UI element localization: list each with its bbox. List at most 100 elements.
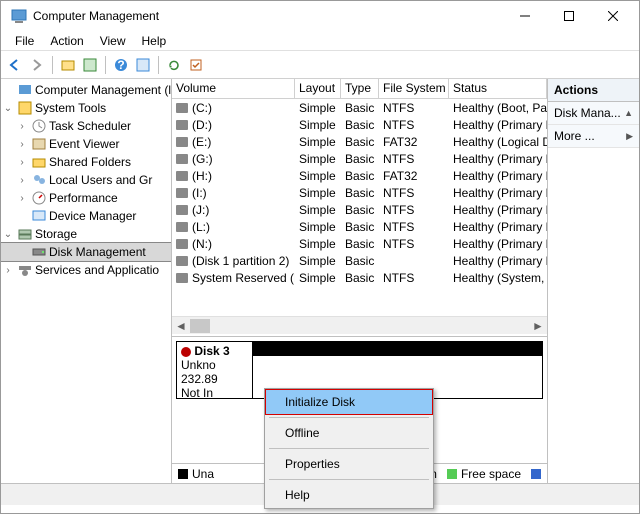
volume-icon — [176, 188, 188, 198]
volume-header: Volume Layout Type File System Status — [172, 79, 547, 99]
volume-icon — [176, 154, 188, 164]
tree-label: Computer Management (l — [35, 83, 171, 97]
title-bar: Computer Management — [1, 1, 639, 31]
tree-system-tools[interactable]: ⌄System Tools — [1, 99, 171, 117]
tree-local-users[interactable]: ›Local Users and Gr — [1, 171, 171, 189]
volume-row[interactable]: (I:)SimpleBasicNTFSHealthy (Primary Part — [172, 184, 547, 201]
toolbar-icon-3[interactable] — [133, 55, 153, 75]
toolbar: ? — [1, 51, 639, 79]
disk-size: 232.89 — [181, 372, 218, 386]
tree-label: Disk Management — [49, 245, 146, 259]
actions-label: Disk Mana... — [554, 106, 621, 120]
chevron-right-icon: ▶ — [626, 131, 633, 142]
col-filesystem[interactable]: File System — [379, 79, 449, 98]
menu-action[interactable]: Action — [42, 32, 91, 50]
disk-name: Disk 3 — [194, 344, 229, 358]
volume-icon — [176, 120, 188, 130]
volume-row[interactable]: (G:)SimpleBasicNTFSHealthy (Primary Part — [172, 150, 547, 167]
volume-icon — [176, 171, 188, 181]
volume-icon — [176, 137, 188, 147]
volume-row[interactable]: (J:)SimpleBasicNTFSHealthy (Primary Part — [172, 201, 547, 218]
legend-swatch-unallocated — [178, 469, 188, 479]
menu-view[interactable]: View — [92, 32, 134, 50]
menu-help[interactable]: Help — [134, 32, 175, 50]
tree-label: Local Users and Gr — [49, 173, 152, 187]
tree-services[interactable]: ›Services and Applicatio — [1, 261, 171, 279]
volume-list[interactable]: Volume Layout Type File System Status (C… — [172, 79, 547, 337]
scroll-right-icon[interactable]: ► — [529, 319, 547, 333]
volume-row[interactable]: System Reserved (K:)SimpleBasicNTFSHealt… — [172, 269, 547, 286]
volume-icon — [176, 239, 188, 249]
volume-row[interactable]: (Disk 1 partition 2)SimpleBasicHealthy (… — [172, 252, 547, 269]
col-layout[interactable]: Layout — [295, 79, 341, 98]
toolbar-icon-1[interactable] — [58, 55, 78, 75]
disk-info: Disk 3 Unkno 232.89 Not In — [177, 342, 253, 398]
help-icon[interactable]: ? — [111, 55, 131, 75]
close-button[interactable] — [591, 1, 635, 31]
context-menu: Initialize Disk Offline Properties Help — [264, 388, 434, 509]
disk-status-2: Not In — [181, 386, 213, 400]
volume-icon — [176, 103, 188, 113]
menu-initialize-disk[interactable]: Initialize Disk — [265, 389, 433, 415]
tree-event-viewer[interactable]: ›Event Viewer — [1, 135, 171, 153]
app-icon — [11, 8, 27, 24]
tree-disk-management[interactable]: Disk Management — [1, 243, 171, 261]
actions-pane: Actions Disk Mana...▲ More ... ▶ — [548, 79, 639, 483]
actions-more[interactable]: More ... ▶ — [548, 125, 639, 148]
legend-free: Free space — [461, 467, 521, 481]
navigation-tree[interactable]: Computer Management (l ⌄System Tools ›Ta… — [1, 79, 172, 483]
tree-device-manager[interactable]: Device Manager — [1, 207, 171, 225]
actions-disk-management[interactable]: Disk Mana...▲ — [548, 102, 639, 125]
menu-offline[interactable]: Offline — [265, 420, 433, 446]
window-title: Computer Management — [33, 9, 503, 23]
volume-row[interactable]: (E:)SimpleBasicFAT32Healthy (Logical Dri… — [172, 133, 547, 150]
minimize-button[interactable] — [503, 1, 547, 31]
col-status[interactable]: Status — [449, 79, 547, 98]
menu-bar: File Action View Help — [1, 31, 639, 51]
col-type[interactable]: Type — [341, 79, 379, 98]
disk-status-1: Unkno — [181, 358, 216, 372]
toolbar-icon-2[interactable] — [80, 55, 100, 75]
tree-label: System Tools — [35, 101, 106, 115]
actions-label: More ... — [554, 129, 595, 143]
col-volume[interactable]: Volume — [172, 79, 295, 98]
volume-row[interactable]: (C:)SimpleBasicNTFSHealthy (Boot, Page F — [172, 99, 547, 116]
tree-label: Event Viewer — [49, 137, 119, 151]
volume-icon — [176, 256, 188, 266]
collapse-icon: ▲ — [624, 108, 633, 118]
tree-performance[interactable]: ›Performance — [1, 189, 171, 207]
legend-unallocated: Una — [192, 467, 214, 481]
volume-row[interactable]: (N:)SimpleBasicNTFSHealthy (Primary Part — [172, 235, 547, 252]
tree-shared-folders[interactable]: ›Shared Folders — [1, 153, 171, 171]
svg-text:?: ? — [117, 58, 124, 72]
tree-label: Storage — [35, 227, 77, 241]
volume-icon — [176, 205, 188, 215]
volume-row[interactable]: (L:)SimpleBasicNTFSHealthy (Primary Part — [172, 218, 547, 235]
volume-icon — [176, 273, 188, 283]
maximize-button[interactable] — [547, 1, 591, 31]
volume-row[interactable]: (D:)SimpleBasicNTFSHealthy (Primary Part — [172, 116, 547, 133]
tree-storage[interactable]: ⌄Storage — [1, 225, 171, 243]
actions-header: Actions — [548, 79, 639, 102]
toolbar-icon-4[interactable] — [186, 55, 206, 75]
tree-label: Task Scheduler — [49, 119, 131, 133]
tree-label: Services and Applicatio — [35, 263, 159, 277]
volume-row[interactable]: (H:)SimpleBasicFAT32Healthy (Primary Par… — [172, 167, 547, 184]
tree-root[interactable]: Computer Management (l — [1, 81, 171, 99]
refresh-icon[interactable] — [164, 55, 184, 75]
menu-help[interactable]: Help — [265, 482, 433, 508]
tree-task-scheduler[interactable]: ›Task Scheduler — [1, 117, 171, 135]
volume-icon — [176, 222, 188, 232]
scroll-thumb[interactable] — [190, 319, 210, 333]
tree-label: Shared Folders — [49, 155, 131, 169]
legend-swatch-other — [531, 469, 541, 479]
tree-label: Performance — [49, 191, 118, 205]
back-button[interactable] — [5, 55, 25, 75]
forward-button[interactable] — [27, 55, 47, 75]
menu-properties[interactable]: Properties — [265, 451, 433, 477]
legend-swatch-free — [447, 469, 457, 479]
menu-file[interactable]: File — [7, 32, 42, 50]
tree-label: Device Manager — [49, 209, 136, 223]
volume-hscrollbar[interactable]: ◄ ► — [172, 316, 547, 334]
scroll-left-icon[interactable]: ◄ — [172, 319, 190, 333]
